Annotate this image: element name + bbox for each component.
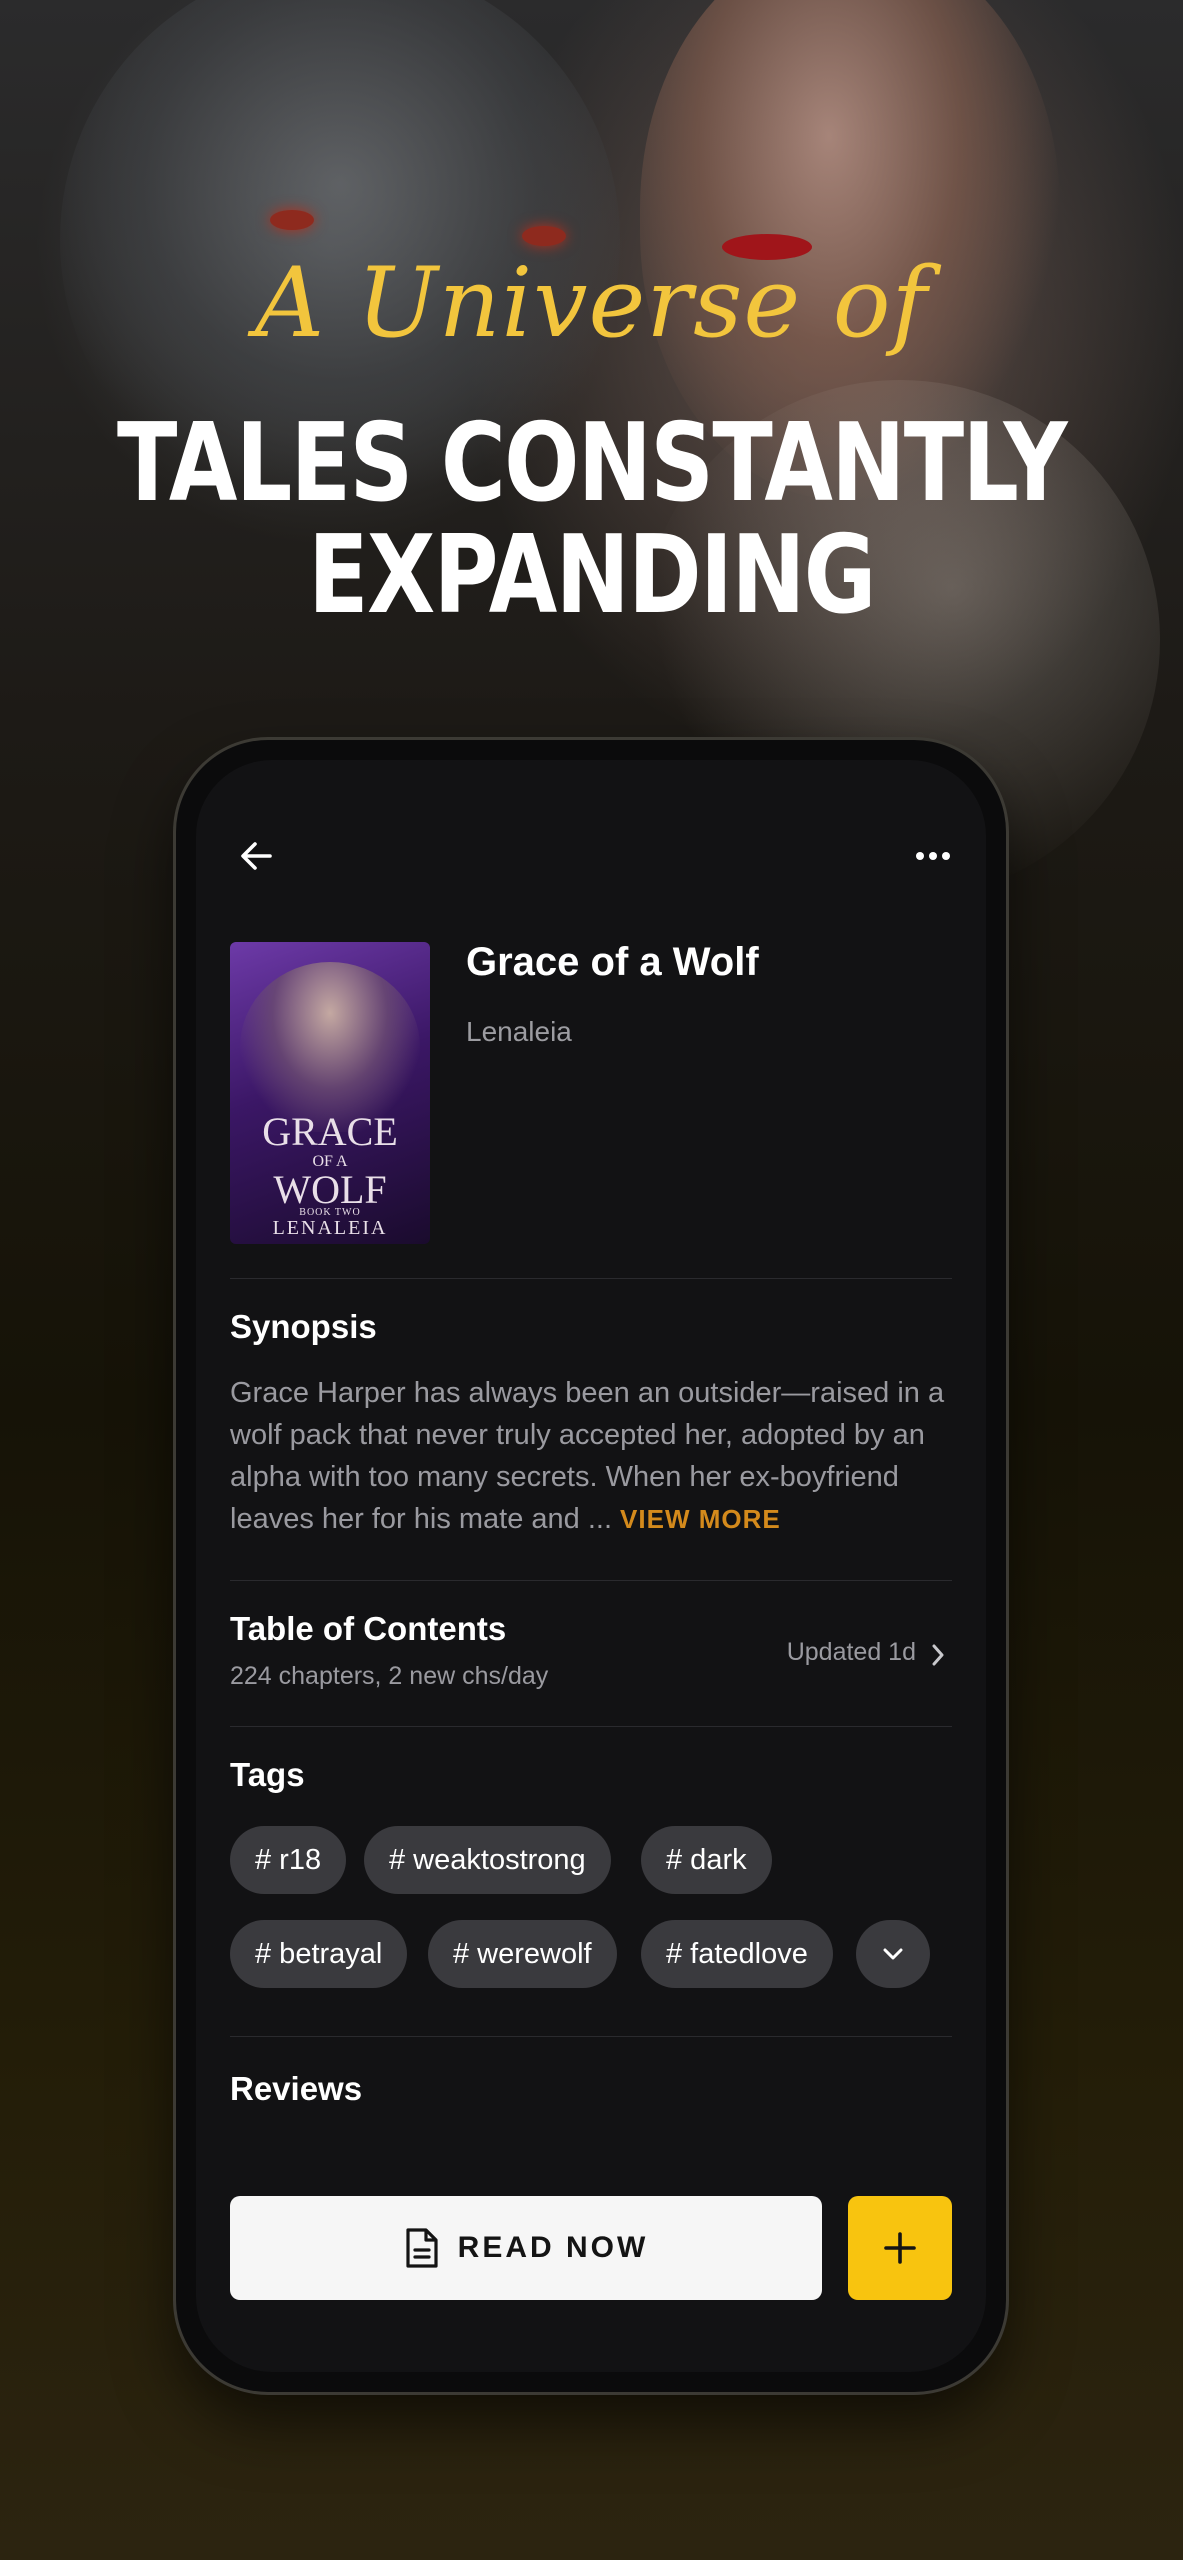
tag-chip[interactable]: # weaktostrong xyxy=(364,1826,611,1894)
view-more-link[interactable]: VIEW MORE xyxy=(620,1504,781,1534)
document-icon xyxy=(406,2228,438,2268)
cover-title-line3: WOLF xyxy=(273,1167,387,1212)
plus-icon xyxy=(884,2232,916,2264)
cover-figures xyxy=(240,962,420,1132)
tag-chip[interactable]: # betrayal xyxy=(230,1920,408,1988)
book-title: Grace of a Wolf xyxy=(466,940,759,984)
toc-subtitle: 224 chapters, 2 new chs/day xyxy=(230,1662,549,1690)
arrow-left-icon[interactable] xyxy=(236,836,276,881)
divider xyxy=(230,2036,952,2037)
tag-chip[interactable]: # fatedlove xyxy=(641,1920,833,1988)
book-author[interactable]: Lenaleia xyxy=(466,1016,572,1048)
toc-heading[interactable]: Table of Contents xyxy=(230,1610,506,1648)
divider xyxy=(230,1278,952,1279)
add-to-library-button[interactable] xyxy=(848,2196,952,2300)
divider xyxy=(230,1580,952,1581)
tags-heading: Tags xyxy=(230,1756,305,1793)
tag-chip[interactable]: # werewolf xyxy=(428,1920,617,1988)
tags-expand-button[interactable] xyxy=(856,1920,930,1988)
book-cover[interactable]: GRACE OF A WOLF BOOK TWO LENALEIA xyxy=(230,942,430,1244)
divider xyxy=(230,1726,952,1727)
more-horizontal-icon[interactable] xyxy=(916,852,950,860)
cover-author: LENALEIA xyxy=(272,1217,388,1239)
book-detail-screen: GRACE OF A WOLF BOOK TWO LENALEIA Grace … xyxy=(196,760,986,2372)
promo-headline-line2: EXPANDING xyxy=(308,513,876,638)
toc-updated[interactable]: Updated 1d xyxy=(787,1638,916,1667)
synopsis-heading: Synopsis xyxy=(230,1308,377,1345)
promo-headline-line1: TALES CONSTANTLY xyxy=(117,401,1068,526)
read-now-button[interactable]: READ NOW xyxy=(230,2196,822,2300)
cover-title-line1: GRACE xyxy=(262,1109,398,1154)
tag-chip[interactable]: # r18 xyxy=(230,1826,347,1894)
synopsis-text-block: Grace Harper has always been an outsider… xyxy=(230,1372,960,1540)
wolf-eye-right xyxy=(522,226,566,246)
promo-script-text: A Universe of xyxy=(254,247,929,359)
chevron-right-icon[interactable] xyxy=(928,1640,948,1675)
synopsis-text: Grace Harper has always been an outsider… xyxy=(230,1377,945,1535)
tag-chip[interactable]: # dark xyxy=(641,1826,772,1894)
wolf-eye-left xyxy=(270,210,314,230)
read-now-label: READ NOW xyxy=(457,2231,649,2264)
reviews-heading: Reviews xyxy=(230,2070,363,2107)
chevron-down-icon xyxy=(883,1948,903,1960)
